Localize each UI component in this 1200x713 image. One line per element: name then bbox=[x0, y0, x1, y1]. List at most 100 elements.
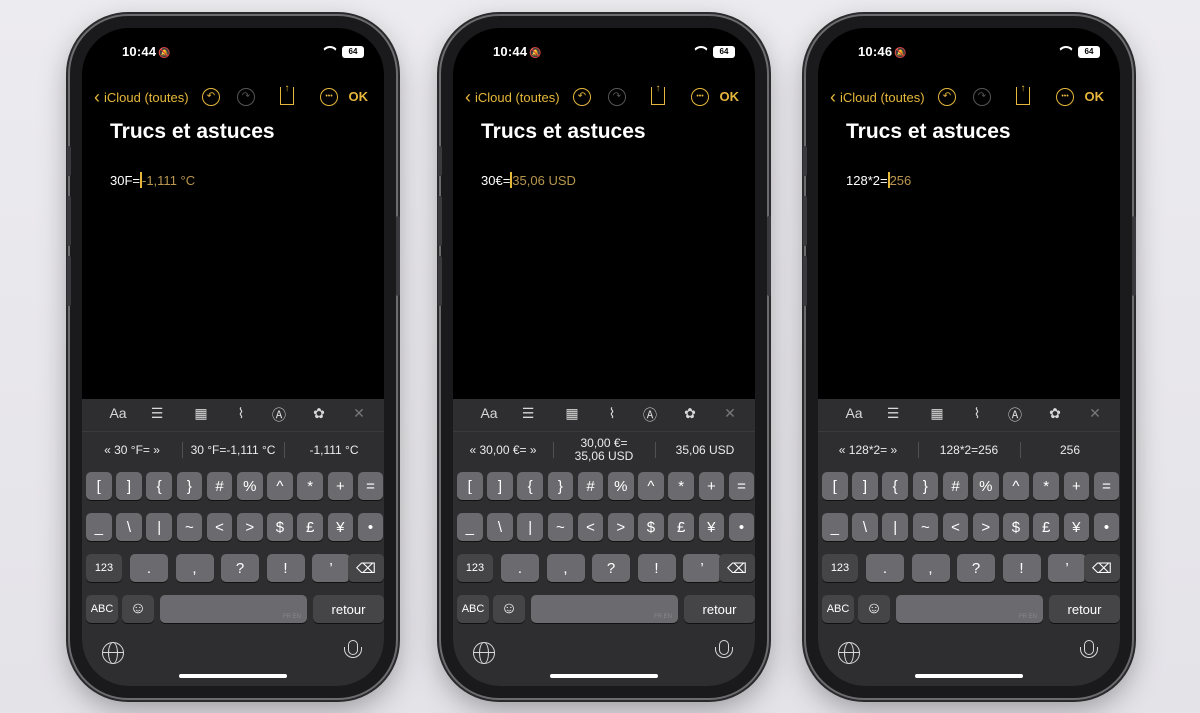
key[interactable]: ¥ bbox=[698, 513, 725, 541]
key[interactable]: % bbox=[608, 472, 634, 500]
key[interactable]: ^ bbox=[638, 472, 664, 500]
paperclip-icon[interactable]: ⌇ bbox=[230, 405, 252, 422]
key[interactable]: ’ bbox=[1048, 554, 1086, 582]
done-button[interactable]: OK bbox=[720, 86, 740, 108]
key[interactable]: ’ bbox=[312, 554, 350, 582]
key[interactable]: } bbox=[912, 472, 939, 500]
note-title[interactable]: Trucs et astuces bbox=[110, 120, 275, 144]
key[interactable]: < bbox=[577, 513, 604, 541]
key[interactable]: £ bbox=[1033, 513, 1059, 541]
key[interactable]: ¥ bbox=[1063, 513, 1090, 541]
key[interactable]: = bbox=[357, 472, 384, 500]
return-key[interactable]: retour bbox=[684, 595, 755, 623]
suggestion-1[interactable]: « 30 °F= » bbox=[82, 432, 182, 468]
letters-mode-key[interactable]: ABC bbox=[822, 595, 854, 623]
share-icon[interactable]: ↑ bbox=[651, 84, 665, 105]
suggestion-3[interactable]: 35,06 USD bbox=[655, 432, 755, 468]
key[interactable]: } bbox=[547, 472, 574, 500]
key[interactable]: ] bbox=[852, 472, 878, 500]
key[interactable]: ~ bbox=[176, 513, 203, 541]
undo-icon[interactable]: ↶ bbox=[573, 88, 591, 106]
ai-icon[interactable]: ✿ bbox=[1044, 405, 1066, 422]
key[interactable]: # bbox=[942, 472, 969, 500]
key[interactable]: # bbox=[577, 472, 604, 500]
table-icon[interactable]: ▦ bbox=[926, 405, 948, 422]
key[interactable]: ! bbox=[637, 554, 676, 582]
pen-icon[interactable]: Ⓐ bbox=[639, 405, 661, 425]
text-format-button[interactable]: Aa bbox=[843, 405, 865, 421]
key[interactable]: • bbox=[728, 513, 755, 541]
back-button[interactable]: ‹ iCloud (toutes) bbox=[94, 86, 189, 109]
close-icon[interactable]: ✕ bbox=[1084, 405, 1106, 422]
undo-icon[interactable]: ↶ bbox=[202, 88, 220, 106]
key[interactable]: | bbox=[146, 513, 172, 541]
redo-icon[interactable]: ↷ bbox=[608, 88, 626, 106]
note-title[interactable]: Trucs et astuces bbox=[846, 120, 1011, 144]
key[interactable]: _ bbox=[86, 513, 112, 541]
paperclip-icon[interactable]: ⌇ bbox=[966, 405, 988, 422]
key[interactable]: ? bbox=[957, 554, 995, 582]
key[interactable]: ] bbox=[487, 472, 513, 500]
key[interactable]: ? bbox=[592, 554, 630, 582]
text-format-button[interactable]: Aa bbox=[478, 405, 500, 421]
letters-mode-key[interactable]: ABC bbox=[457, 595, 489, 623]
key[interactable]: < bbox=[942, 513, 969, 541]
key[interactable]: | bbox=[517, 513, 543, 541]
key[interactable]: \ bbox=[487, 513, 513, 541]
key[interactable]: ! bbox=[1002, 554, 1041, 582]
ai-icon[interactable]: ✿ bbox=[679, 405, 701, 422]
key[interactable]: £ bbox=[668, 513, 694, 541]
key[interactable]: * bbox=[1033, 472, 1059, 500]
key[interactable]: } bbox=[176, 472, 203, 500]
globe-icon[interactable] bbox=[102, 642, 124, 664]
checklist-icon[interactable]: ☰ bbox=[146, 405, 168, 422]
key[interactable]: . bbox=[866, 554, 904, 582]
note-expression[interactable]: 30F= -1,111 °C bbox=[110, 172, 195, 188]
ai-icon[interactable]: ✿ bbox=[308, 405, 330, 422]
suggestion-3[interactable]: -1,111 °C bbox=[284, 432, 384, 468]
close-icon[interactable]: ✕ bbox=[719, 405, 741, 422]
text-format-button[interactable]: Aa bbox=[107, 405, 129, 421]
key[interactable]: { bbox=[146, 472, 172, 500]
key[interactable]: ^ bbox=[267, 472, 293, 500]
key[interactable]: , bbox=[175, 554, 214, 582]
table-icon[interactable]: ▦ bbox=[561, 405, 583, 422]
paperclip-icon[interactable]: ⌇ bbox=[601, 405, 623, 422]
microphone-icon[interactable] bbox=[1080, 640, 1098, 658]
back-button[interactable]: ‹ iCloud (toutes) bbox=[830, 86, 925, 109]
microphone-icon[interactable] bbox=[344, 640, 362, 658]
key[interactable]: _ bbox=[457, 513, 483, 541]
key[interactable]: ] bbox=[116, 472, 142, 500]
key[interactable]: , bbox=[546, 554, 585, 582]
key[interactable]: { bbox=[517, 472, 543, 500]
key[interactable]: ? bbox=[221, 554, 259, 582]
key[interactable]: > bbox=[973, 513, 999, 541]
done-button[interactable]: OK bbox=[1085, 86, 1105, 108]
key[interactable]: ! bbox=[266, 554, 305, 582]
key[interactable]: = bbox=[1093, 472, 1120, 500]
key[interactable]: * bbox=[668, 472, 694, 500]
key[interactable]: . bbox=[501, 554, 539, 582]
back-button[interactable]: ‹ iCloud (toutes) bbox=[465, 86, 560, 109]
key[interactable]: _ bbox=[822, 513, 848, 541]
space-key[interactable]: FR EN bbox=[896, 595, 1043, 623]
key[interactable]: \ bbox=[116, 513, 142, 541]
checklist-icon[interactable]: ☰ bbox=[517, 405, 539, 422]
numbers-mode-key[interactable]: 123 bbox=[822, 554, 858, 582]
key[interactable]: > bbox=[608, 513, 634, 541]
numbers-mode-key[interactable]: 123 bbox=[86, 554, 122, 582]
close-icon[interactable]: ✕ bbox=[348, 405, 370, 422]
undo-icon[interactable]: ↶ bbox=[938, 88, 956, 106]
share-icon[interactable]: ↑ bbox=[1016, 84, 1030, 105]
letters-mode-key[interactable]: ABC bbox=[86, 595, 118, 623]
key[interactable]: . bbox=[130, 554, 168, 582]
key[interactable]: + bbox=[327, 472, 354, 500]
suggestion-2[interactable]: 128*2=256 bbox=[918, 432, 1020, 468]
key[interactable]: # bbox=[206, 472, 233, 500]
key[interactable]: $ bbox=[638, 513, 664, 541]
key[interactable]: £ bbox=[297, 513, 323, 541]
key[interactable]: ’ bbox=[683, 554, 721, 582]
microphone-icon[interactable] bbox=[715, 640, 733, 658]
key[interactable]: % bbox=[973, 472, 999, 500]
suggestion-1[interactable]: « 128*2= » bbox=[818, 432, 918, 468]
